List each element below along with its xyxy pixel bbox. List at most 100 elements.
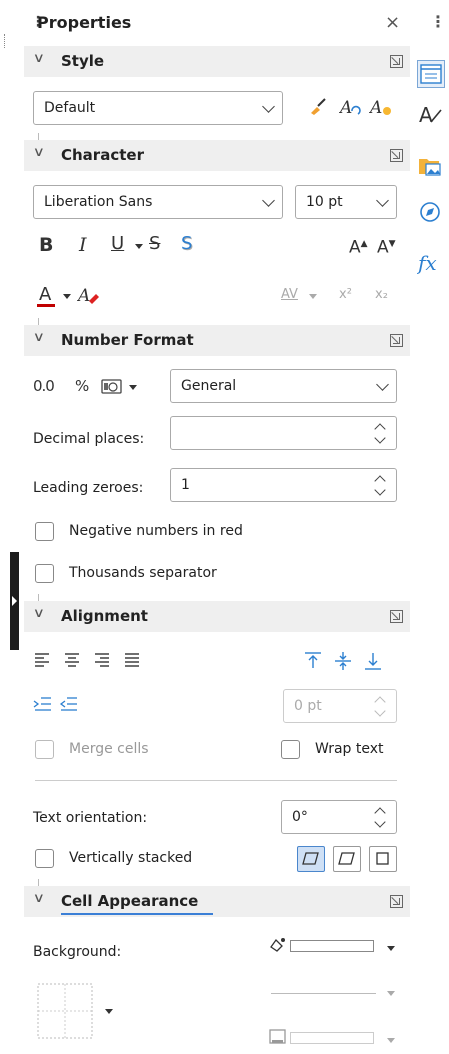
font-color-label: A	[39, 284, 52, 305]
set-style-icon[interactable]	[307, 96, 329, 118]
tab-functions[interactable]: fx	[416, 248, 445, 276]
new-style-icon[interactable]: A	[369, 96, 395, 118]
chevron-down-icon[interactable]	[374, 705, 386, 717]
divider	[38, 133, 39, 140]
leading-zeroes-value: 1	[181, 477, 190, 493]
text-orientation-label: Text orientation:	[33, 810, 148, 826]
chevron-down-icon[interactable]	[374, 432, 386, 444]
chevron-down-icon[interactable]: ∨	[33, 330, 45, 345]
section-style[interactable]: ∨ Style	[24, 46, 410, 77]
strikethrough-button[interactable]: S	[149, 234, 160, 254]
spacing-dropdown-icon[interactable]	[309, 294, 317, 299]
wrap-text-checkbox[interactable]	[281, 740, 300, 759]
section-title: Style	[61, 52, 105, 70]
section-cell-appearance[interactable]: ∨ Cell Appearance	[24, 879, 410, 917]
paint-bucket-icon[interactable]	[268, 935, 288, 953]
more-options-icon[interactable]	[390, 149, 403, 162]
chevron-down-icon[interactable]: ∨	[33, 606, 45, 621]
font-color-dropdown-icon[interactable]	[63, 294, 71, 299]
align-middle-icon[interactable]	[335, 652, 351, 670]
font-color-bar	[37, 304, 55, 307]
tab-styles[interactable]: A	[417, 100, 445, 128]
border-color-icon[interactable]	[268, 1028, 288, 1046]
grow-font-button[interactable]: A▲	[349, 234, 368, 258]
percent-format-button[interactable]: %	[75, 376, 89, 396]
number-format-button[interactable]: 0.0	[33, 376, 55, 396]
borders-dropdown-icon[interactable]	[105, 1009, 113, 1014]
shadow-button[interactable]: S	[181, 234, 192, 254]
font-size-select[interactable]: 10 pt	[295, 185, 397, 219]
close-icon[interactable]: ×	[385, 12, 400, 34]
merge-cells-checkbox[interactable]	[35, 740, 54, 759]
tab-navigator[interactable]	[417, 198, 445, 226]
font-name-select[interactable]: Liberation Sans	[33, 185, 283, 219]
line-style-dropdown-icon[interactable]	[387, 991, 395, 996]
align-bottom-icon[interactable]	[365, 653, 381, 670]
currency-dropdown-icon[interactable]	[129, 385, 137, 390]
text-orientation-spinner[interactable]: 0°	[281, 800, 397, 834]
line-style-preview[interactable]	[271, 993, 376, 994]
more-options-icon[interactable]	[390, 895, 403, 908]
highlight-icon[interactable]: A	[77, 284, 101, 306]
svg-text:A: A	[419, 103, 433, 127]
chevron-down-icon[interactable]: ∨	[33, 51, 45, 66]
chevron-down-icon[interactable]: ∨	[33, 145, 45, 160]
tab-properties[interactable]	[417, 60, 445, 88]
underline-dropdown-icon[interactable]	[135, 244, 143, 249]
bold-button[interactable]: B	[39, 235, 53, 255]
text-orientation-value: 0°	[292, 809, 308, 825]
divider	[38, 879, 39, 886]
menu-icon[interactable]: ⋮	[430, 12, 446, 31]
increase-indent-icon[interactable]	[33, 697, 51, 711]
orientation-standard-button[interactable]	[297, 846, 325, 872]
style-select[interactable]: Default	[33, 91, 283, 125]
update-style-icon[interactable]: A	[339, 96, 363, 118]
section-alignment[interactable]: ∨ Alignment	[24, 594, 410, 632]
more-options-icon[interactable]	[390, 55, 403, 68]
subscript-button[interactable]: x₂	[375, 285, 388, 305]
indent-group	[33, 697, 77, 711]
align-top-icon[interactable]	[305, 652, 321, 668]
section-number-format[interactable]: ∨ Number Format	[24, 318, 410, 356]
section-title: Number Format	[61, 331, 194, 349]
properties-icon	[420, 64, 442, 84]
orientation-box-button[interactable]	[369, 846, 397, 872]
border-color-dropdown-icon[interactable]	[387, 1038, 395, 1043]
align-center-icon[interactable]	[65, 653, 79, 667]
background-color-swatch[interactable]	[290, 940, 374, 952]
font-size-value: 10 pt	[306, 194, 343, 210]
collapse-handle[interactable]	[10, 552, 19, 650]
app-window: ⋮ Properties × ∨ Style Default A A ∨ Cha…	[0, 0, 449, 1054]
underline-button[interactable]: U	[111, 234, 124, 254]
cell-borders-icon[interactable]	[37, 983, 95, 1041]
orientation-slanted-button[interactable]	[333, 846, 361, 872]
more-options-icon[interactable]	[390, 610, 403, 623]
superscript-button[interactable]: x²	[339, 285, 352, 305]
font-color-button[interactable]: A	[39, 285, 51, 305]
align-right-icon[interactable]	[95, 653, 109, 667]
align-justify-icon[interactable]	[125, 653, 139, 667]
currency-format-icon[interactable]	[101, 377, 123, 397]
decrease-indent-icon[interactable]	[59, 697, 77, 711]
italic-button[interactable]: I	[79, 235, 87, 255]
section-character[interactable]: ∨ Character	[24, 133, 410, 171]
indent-spinner[interactable]: 0 pt	[283, 689, 397, 723]
chevron-down-icon[interactable]: ∨	[33, 891, 45, 906]
thousands-separator-checkbox[interactable]	[35, 564, 54, 583]
shrink-font-button[interactable]: A▼	[377, 234, 396, 258]
chevron-down-icon[interactable]	[374, 484, 386, 496]
shrink-font-label: A	[377, 237, 389, 258]
border-color-swatch[interactable]	[290, 1032, 374, 1044]
chevron-down-icon[interactable]	[374, 816, 386, 828]
background-dropdown-icon[interactable]	[387, 946, 395, 951]
vertically-stacked-checkbox[interactable]	[35, 849, 54, 868]
leading-zeroes-spinner[interactable]: 1	[170, 468, 397, 502]
chevron-down-icon	[376, 194, 389, 207]
decimal-places-spinner[interactable]	[170, 416, 397, 450]
align-left-icon[interactable]	[35, 653, 49, 667]
character-spacing-button[interactable]: AV	[281, 285, 298, 305]
more-options-icon[interactable]	[390, 334, 403, 347]
tab-gallery[interactable]	[417, 152, 445, 180]
negative-red-checkbox[interactable]	[35, 522, 54, 541]
number-category-select[interactable]: General	[170, 369, 397, 403]
